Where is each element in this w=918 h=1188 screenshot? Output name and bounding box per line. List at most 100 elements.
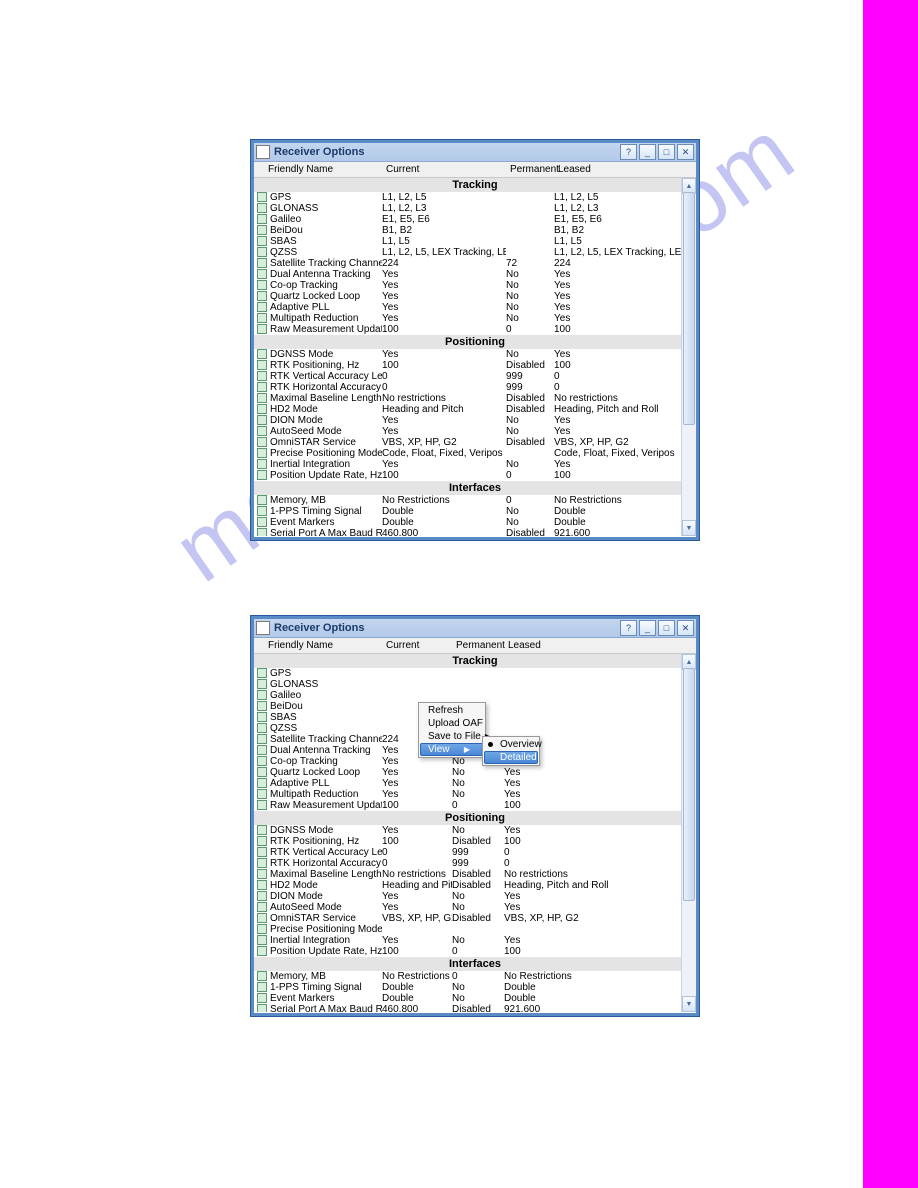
col-leased[interactable]: Leased bbox=[508, 640, 696, 651]
minimize-button[interactable]: _ bbox=[639, 620, 656, 636]
option-row[interactable]: RTK Positioning, Hz100Disabled100 bbox=[254, 836, 696, 847]
option-row[interactable]: Position Update Rate, Hz1000100 bbox=[254, 470, 696, 481]
option-row[interactable]: Event MarkersDoubleNoDouble bbox=[254, 517, 696, 528]
option-row[interactable]: Raw Measurement Update Rate, Hz1000100 bbox=[254, 324, 696, 335]
option-row[interactable]: Multipath ReductionYesNoYes bbox=[254, 313, 696, 324]
titlebar[interactable]: Receiver Options ? _ □ ✕ bbox=[254, 143, 696, 162]
option-row[interactable]: GLONASSL1, L2, L3L1, L2, L3 bbox=[254, 203, 696, 214]
option-row[interactable]: Quartz Locked LoopYesNoYes bbox=[254, 767, 696, 778]
row-icon bbox=[256, 437, 268, 447]
option-row[interactable]: Inertial IntegrationYesNoYes bbox=[254, 935, 696, 946]
option-row[interactable]: Inertial IntegrationYesNoYes bbox=[254, 459, 696, 470]
cell-current: 100 bbox=[382, 360, 506, 371]
option-row[interactable]: GalileoE1, E5, E6E1, E5, E6 bbox=[254, 214, 696, 225]
option-row[interactable]: AutoSeed ModeYesNoYes bbox=[254, 426, 696, 437]
row-icon bbox=[256, 393, 268, 403]
option-row[interactable]: Maximal Baseline Length, kmNo restrictio… bbox=[254, 393, 696, 404]
cell-current: Yes bbox=[382, 778, 452, 789]
col-friendly-name[interactable]: Friendly Name bbox=[268, 164, 386, 175]
col-current[interactable]: Current bbox=[386, 164, 510, 175]
option-row[interactable]: RTK Vertical Accuracy Level, cm09990 bbox=[254, 847, 696, 858]
option-row[interactable]: Dual Antenna TrackingYesNoYes bbox=[254, 269, 696, 280]
option-row[interactable]: Serial Port A Max Baud Rate460,800Disabl… bbox=[254, 528, 696, 536]
titlebar[interactable]: Receiver Options ? _ □ ✕ bbox=[254, 619, 696, 638]
option-row[interactable]: Memory, MBNo Restrictions0No Restriction… bbox=[254, 495, 696, 506]
option-row[interactable]: OmniSTAR ServiceVBS, XP, HP, G2DisabledV… bbox=[254, 437, 696, 448]
option-row[interactable]: Co-op TrackingYesNoYes bbox=[254, 280, 696, 291]
scrollbar[interactable]: ▲ ▼ bbox=[681, 654, 696, 1012]
option-row[interactable]: Adaptive PLLYesNoYes bbox=[254, 302, 696, 313]
ctx-refresh[interactable]: Refresh bbox=[420, 704, 484, 717]
context-menu[interactable]: Refresh Upload OAF Save to File▶ View▶ bbox=[418, 702, 486, 758]
option-row[interactable]: Serial Port A Max Baud Rate460,800Disabl… bbox=[254, 1004, 696, 1012]
option-row[interactable]: GLONASS bbox=[254, 679, 696, 690]
option-row[interactable]: DION ModeYesNoYes bbox=[254, 891, 696, 902]
submenu-overview[interactable]: Overview bbox=[484, 738, 538, 751]
option-row[interactable]: OmniSTAR ServiceVBS, XP, HP, G2DisabledV… bbox=[254, 913, 696, 924]
option-row[interactable]: DGNSS ModeYesNoYes bbox=[254, 349, 696, 360]
option-row[interactable]: Precise Positioning Mode bbox=[254, 924, 696, 935]
scroll-down-icon[interactable]: ▼ bbox=[682, 520, 696, 536]
maximize-button[interactable]: □ bbox=[658, 144, 675, 160]
option-row[interactable]: BeiDouB1, B2B1, B2 bbox=[254, 225, 696, 236]
ctx-save-to-file[interactable]: Save to File▶ bbox=[420, 730, 484, 743]
options-list[interactable]: TrackingGPSL1, L2, L5L1, L2, L5GLONASSL1… bbox=[254, 178, 696, 536]
cell-current: Yes bbox=[382, 415, 506, 426]
option-row[interactable]: AutoSeed ModeYesNoYes bbox=[254, 902, 696, 913]
option-row[interactable]: Memory, MBNo Restrictions0No Restriction… bbox=[254, 971, 696, 982]
option-row[interactable]: RTK Horizontal Accuracy Level, cm09990 bbox=[254, 382, 696, 393]
option-row[interactable]: Maximal Baseline Length, kmNo restrictio… bbox=[254, 869, 696, 880]
option-row[interactable]: Precise Positioning ModeCode, Float, Fix… bbox=[254, 448, 696, 459]
option-row[interactable]: HD2 ModeHeading and PitchDisabledHeading… bbox=[254, 404, 696, 415]
context-submenu-view[interactable]: Overview Detailed bbox=[482, 736, 540, 766]
option-row[interactable]: Raw Measurement Update Rate, Hz1000100 bbox=[254, 800, 696, 811]
col-friendly-name[interactable]: Friendly Name bbox=[268, 640, 386, 651]
option-row[interactable]: RTK Vertical Accuracy Level, cm09990 bbox=[254, 371, 696, 382]
minimize-button[interactable]: _ bbox=[639, 144, 656, 160]
cell-leased bbox=[504, 712, 696, 723]
help-button[interactable]: ? bbox=[620, 620, 637, 636]
cell-name: Inertial Integration bbox=[270, 459, 382, 470]
option-row[interactable]: Galileo bbox=[254, 690, 696, 701]
cell-leased: 0 bbox=[554, 382, 696, 393]
ctx-view[interactable]: View▶ bbox=[420, 743, 484, 756]
ctx-upload-oaf[interactable]: Upload OAF bbox=[420, 717, 484, 730]
maximize-button[interactable]: □ bbox=[658, 620, 675, 636]
option-row[interactable]: Satellite Tracking Channel Count22472224 bbox=[254, 258, 696, 269]
option-row[interactable]: Adaptive PLLYesNoYes bbox=[254, 778, 696, 789]
option-row[interactable]: RTK Horizontal Accuracy Level, cm09990 bbox=[254, 858, 696, 869]
option-row[interactable]: RTK Positioning, Hz100Disabled100 bbox=[254, 360, 696, 371]
option-row[interactable]: Event MarkersDoubleNoDouble bbox=[254, 993, 696, 1004]
option-row[interactable]: DION ModeYesNoYes bbox=[254, 415, 696, 426]
close-button[interactable]: ✕ bbox=[677, 144, 694, 160]
cell-name: SBAS bbox=[270, 712, 382, 723]
options-list[interactable]: TrackingGPSGLONASSGalileoBeiDouSBASQZSSS… bbox=[254, 654, 696, 1012]
scroll-down-icon[interactable]: ▼ bbox=[682, 996, 696, 1012]
page-stripe bbox=[863, 0, 918, 1188]
scroll-thumb[interactable] bbox=[683, 668, 695, 901]
option-row[interactable]: QZSSL1, L2, L5, LEX Tracking, LEX Decodi… bbox=[254, 247, 696, 258]
close-button[interactable]: ✕ bbox=[677, 620, 694, 636]
option-row[interactable]: SBASL1, L5L1, L5 bbox=[254, 236, 696, 247]
cell-permanent: No bbox=[452, 789, 504, 800]
col-permanent[interactable]: Permanent bbox=[510, 164, 558, 175]
option-row[interactable]: GPSL1, L2, L5L1, L2, L5 bbox=[254, 192, 696, 203]
cell-leased bbox=[504, 701, 696, 712]
cell-name: Precise Positioning Mode bbox=[270, 448, 382, 459]
option-row[interactable]: HD2 ModeHeading and PitchDisabledHeading… bbox=[254, 880, 696, 891]
cell-name: BeiDou bbox=[270, 701, 382, 712]
help-button[interactable]: ? bbox=[620, 144, 637, 160]
option-row[interactable]: Multipath ReductionYesNoYes bbox=[254, 789, 696, 800]
option-row[interactable]: Quartz Locked LoopYesNoYes bbox=[254, 291, 696, 302]
option-row[interactable]: 1-PPS Timing SignalDoubleNoDouble bbox=[254, 506, 696, 517]
option-row[interactable]: DGNSS ModeYesNoYes bbox=[254, 825, 696, 836]
option-row[interactable]: 1-PPS Timing SignalDoubleNoDouble bbox=[254, 982, 696, 993]
option-row[interactable]: Position Update Rate, Hz1000100 bbox=[254, 946, 696, 957]
col-permanent[interactable]: Permanent bbox=[456, 640, 508, 651]
option-row[interactable]: GPS bbox=[254, 668, 696, 679]
scroll-thumb[interactable] bbox=[683, 192, 695, 425]
col-leased[interactable]: Leased bbox=[558, 164, 696, 175]
col-current[interactable]: Current bbox=[386, 640, 456, 651]
scrollbar[interactable]: ▲ ▼ bbox=[681, 178, 696, 536]
submenu-detailed[interactable]: Detailed bbox=[484, 751, 538, 764]
